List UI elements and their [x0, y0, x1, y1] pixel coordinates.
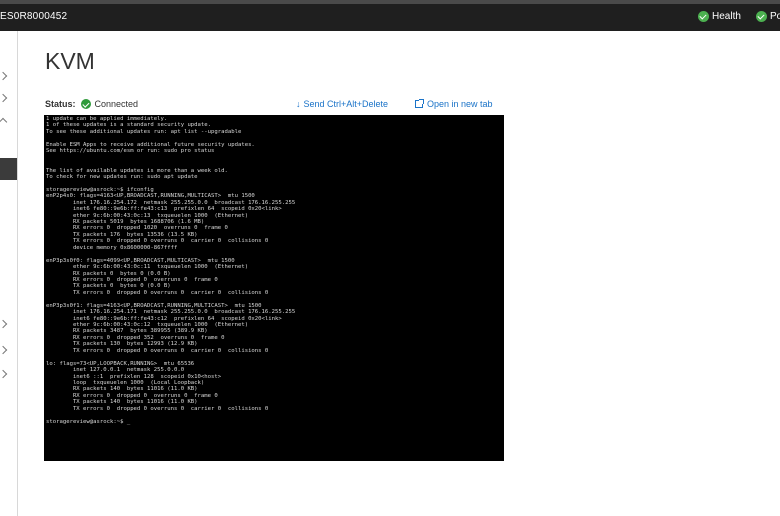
terminal-line: storagereview@asrock:~$ _ — [46, 418, 131, 425]
send-ctrl-alt-delete-button[interactable]: ↓ Send Ctrl+Alt+Delete — [296, 99, 388, 109]
open-external-icon — [415, 99, 424, 108]
kvm-console-screen[interactable]: 1 update can be applied immediately. 1 of… — [44, 115, 504, 461]
health-status[interactable]: Health — [698, 11, 741, 22]
power-label: Po — [770, 11, 780, 22]
power-status[interactable]: Po — [756, 11, 780, 22]
check-circle-icon — [698, 11, 709, 22]
arrow-down-icon: ↓ — [296, 99, 301, 109]
send-ctrl-alt-delete-label: Send Ctrl+Alt+Delete — [303, 99, 389, 109]
top-bar: ES0R8000452 Health Po — [0, 4, 780, 31]
chevron-icon[interactable] — [0, 369, 8, 379]
chevron-icon[interactable] — [0, 71, 8, 81]
sidebar-item-kvm-active[interactable] — [0, 158, 17, 180]
chevron-icon[interactable] — [0, 319, 8, 329]
device-name: ES0R8000452 — [0, 11, 68, 22]
check-circle-icon — [80, 99, 91, 109]
page-title: KVM — [45, 48, 95, 74]
sidebar — [0, 31, 18, 516]
chevron-icon[interactable] — [0, 345, 8, 355]
connection-status: Status: Connected — [45, 99, 138, 109]
status-value: Connected — [94, 99, 139, 109]
chevron-icon[interactable] — [0, 93, 8, 103]
health-label: Health — [712, 11, 741, 22]
open-in-new-tab-label: Open in new tab — [427, 99, 493, 109]
open-in-new-tab-button[interactable]: Open in new tab — [415, 99, 493, 109]
status-label: Status: — [45, 99, 76, 109]
chevron-up-icon[interactable] — [0, 117, 8, 127]
check-circle-icon — [756, 11, 767, 22]
